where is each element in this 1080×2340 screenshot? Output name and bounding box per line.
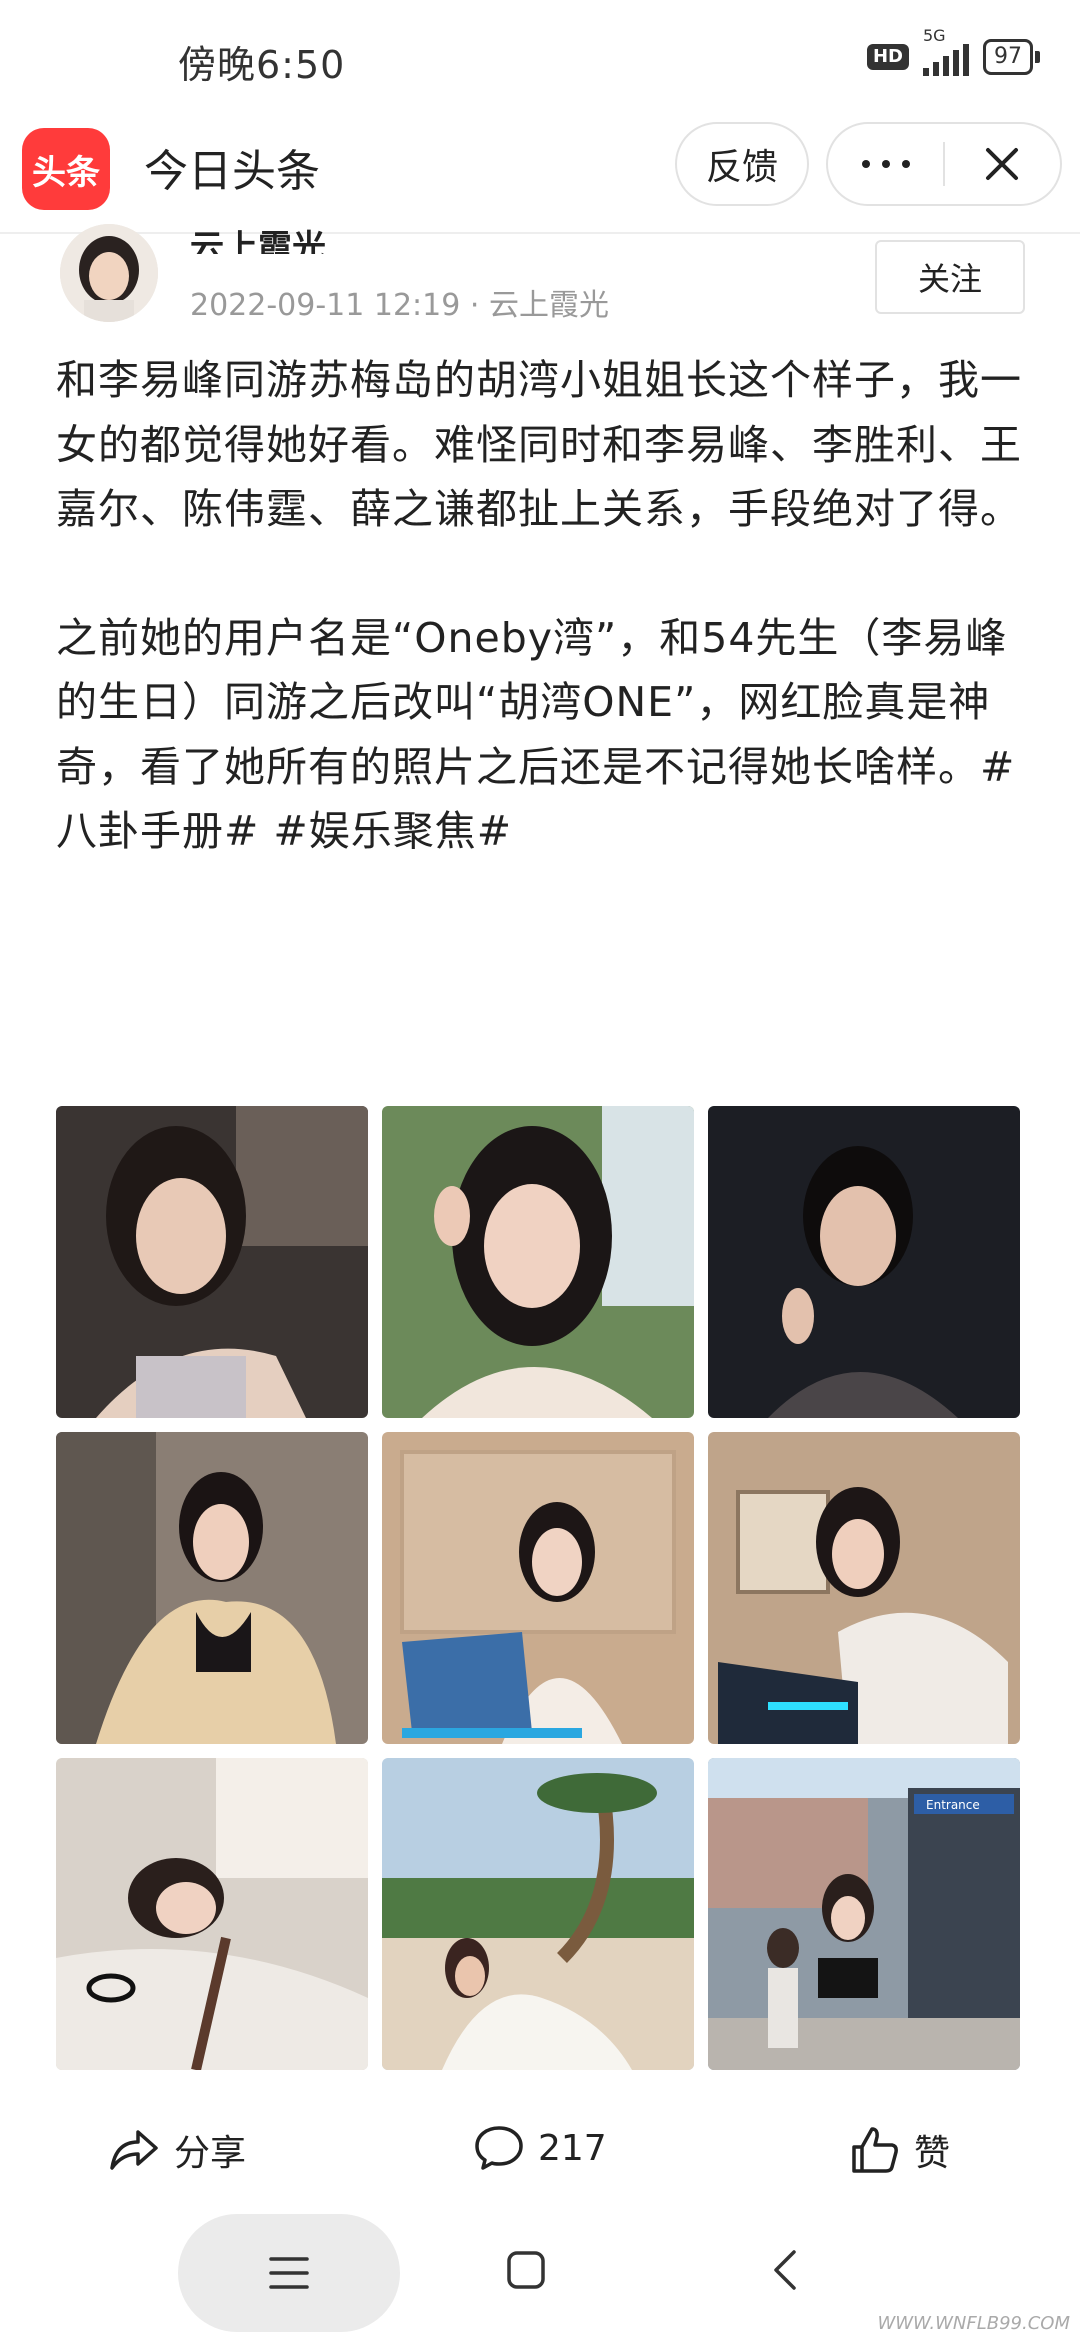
post-source: 云上霞光 [488, 288, 609, 323]
back-chevron-icon [774, 2250, 796, 2290]
article-paragraph: 之前她的用户名是“Oneby湾”，和54先生（李易峰的生日）同游之后改叫“胡湾O… [56, 613, 1016, 856]
photo-laptop-desk[interactable] [708, 1432, 1020, 1744]
photo-grid: Entrance [56, 1106, 1020, 2070]
article-paragraph: 和李易峰同游苏梅岛的胡湾小姐姐长这个样子，我一女的都觉得她好看。难怪同时和李易峰… [56, 356, 1022, 533]
network-type: 5G [923, 26, 946, 45]
author-name[interactable]: 云上霞光 [190, 220, 326, 254]
app-logo: 头条 [22, 128, 110, 210]
battery-level: 97 [983, 39, 1033, 75]
header-divider [0, 232, 1080, 234]
follow-button[interactable]: 关注 [875, 240, 1025, 314]
watermark: WWW.WNFLB99.COM [877, 2313, 1070, 2334]
share-button[interactable]: 分享 [108, 2124, 246, 2176]
thumbs-up-icon [852, 2127, 898, 2173]
photo-night-selfie[interactable] [708, 1106, 1020, 1418]
meta-separator: · [469, 288, 480, 323]
comment-button[interactable]: 217 [474, 2124, 607, 2172]
article-body: 和李易峰同游苏梅岛的胡湾小姐姐长这个样子，我一女的都觉得她好看。难怪同时和李易峰… [56, 348, 1026, 864]
photo-mirror-fur-coat[interactable] [56, 1432, 368, 1744]
feedback-button[interactable]: 反馈 [675, 122, 809, 206]
photo-car-selfie[interactable] [56, 1106, 368, 1418]
app-title: 今日头条 [144, 146, 320, 197]
photo-garden-selfie[interactable] [382, 1106, 694, 1418]
comment-count: 217 [538, 2127, 607, 2169]
photo-beach-palm[interactable] [382, 1758, 694, 2070]
more-icon[interactable] [829, 124, 943, 204]
like-label: 赞 [914, 2133, 951, 2174]
hd-icon: HD [866, 44, 909, 70]
menu-button[interactable] [178, 2214, 400, 2332]
photo-bed-lying[interactable] [56, 1758, 368, 2070]
capsule-menu [826, 122, 1062, 206]
post-meta: 2022-09-11 12:19 · 云上霞光 [190, 280, 609, 324]
like-button[interactable]: 赞 [850, 2124, 950, 2176]
entrance-sign: Entrance [926, 1798, 980, 1812]
status-time: 傍晚6:50 [178, 43, 346, 87]
photo-laptop-glasses[interactable] [382, 1432, 694, 1744]
status-indicators: HD 5G 97 [866, 26, 1040, 76]
photo-street-entrance[interactable]: Entrance [708, 1758, 1020, 2070]
close-icon[interactable] [945, 124, 1059, 204]
comment-icon [475, 2126, 523, 2170]
home-square-icon [507, 2251, 545, 2289]
home-button[interactable] [506, 2250, 546, 2294]
status-bar: 傍晚6:50 HD 5G 97 [0, 0, 1080, 110]
share-label: 分享 [174, 2133, 247, 2174]
back-button[interactable] [770, 2248, 800, 2296]
menu-icon [269, 2257, 309, 2289]
battery-icon: 97 [983, 39, 1040, 75]
post-date: 2022-09-11 12:19 [190, 288, 461, 323]
signal-icon: 5G [923, 26, 969, 76]
avatar[interactable] [60, 224, 158, 322]
share-icon [110, 2130, 158, 2170]
